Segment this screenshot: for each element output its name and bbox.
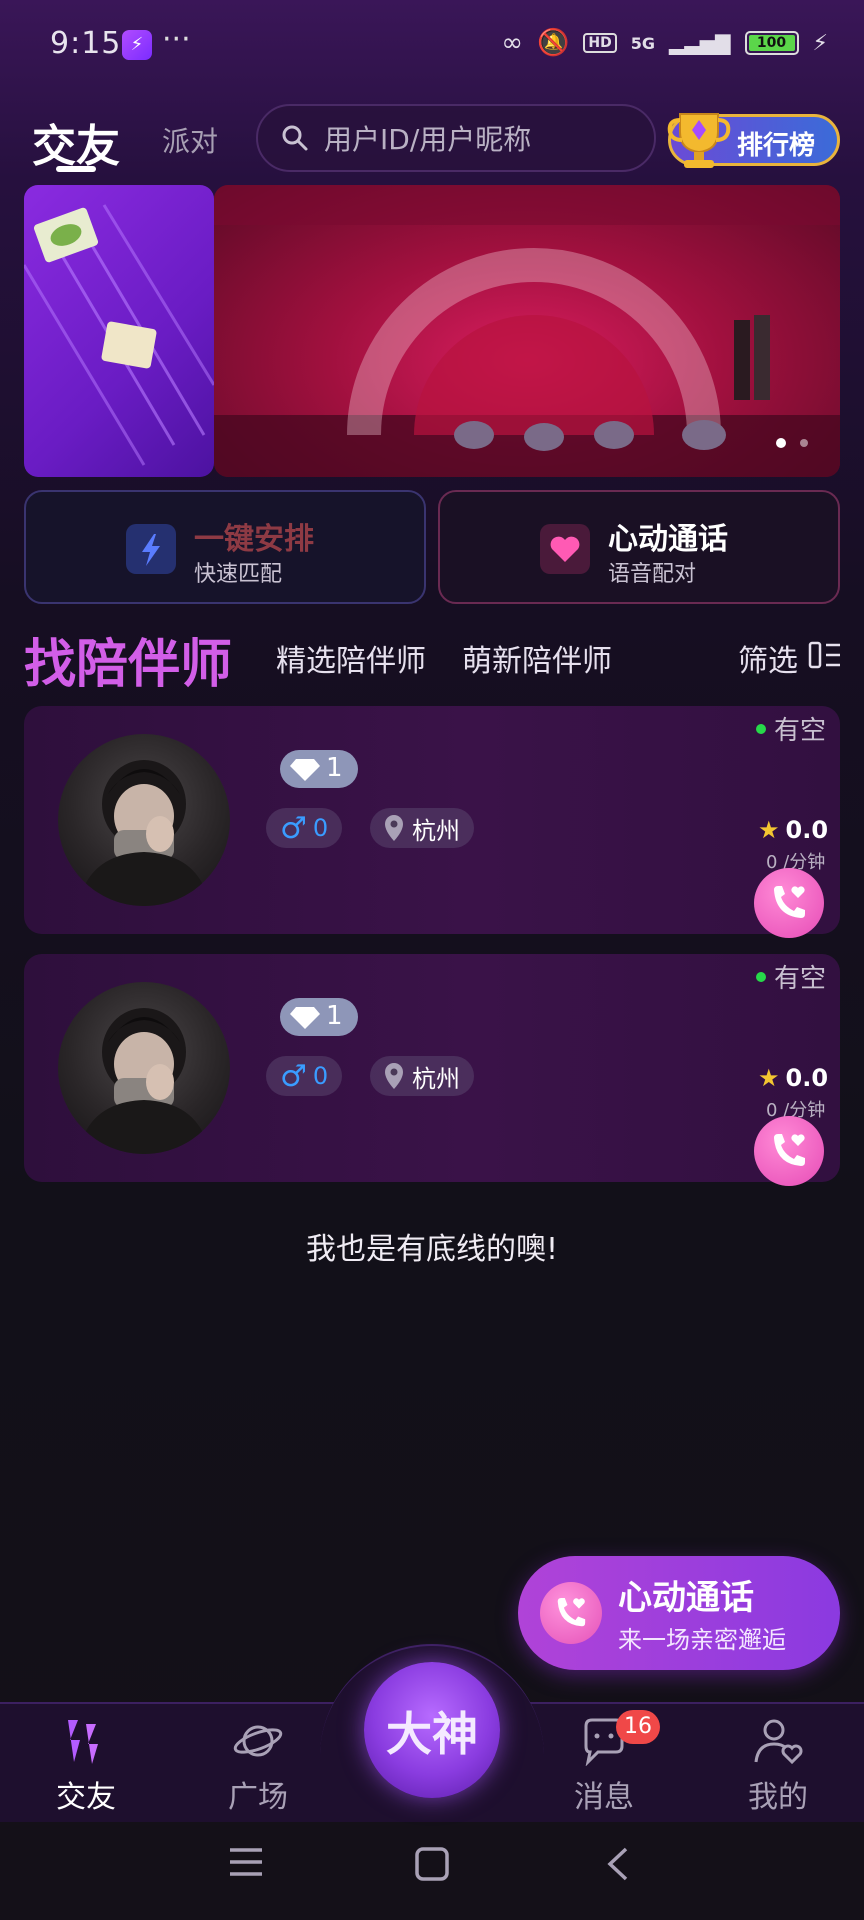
online-status-dot (756, 724, 766, 734)
rating-value: 0.0 (785, 816, 829, 844)
star-icon: ★ (758, 1064, 780, 1092)
phone-heart-icon (540, 1582, 602, 1644)
mute-icon: 🔕 (537, 28, 570, 58)
male-icon: ♂ (280, 810, 307, 846)
gender-chip: ♂ 0 (266, 808, 343, 848)
lightning-icon (126, 524, 176, 574)
message-count-badge: 16 (616, 1710, 660, 1744)
location-pin-icon (385, 815, 403, 841)
diamond-icon (290, 1007, 320, 1029)
status-time: 9:15 (50, 26, 122, 61)
gender-chip: ♂ 0 (266, 1056, 343, 1096)
online-status-dot (756, 972, 766, 982)
location-chip: 杭州 (370, 1056, 474, 1096)
trophy-icon (667, 113, 731, 168)
filter-button[interactable]: 筛选 (738, 636, 798, 680)
heart-icon (540, 524, 590, 574)
companion-card[interactable]: 1 ♂ 0 杭州 有空 ★ 0.0 0 /分钟 (24, 706, 840, 938)
call-button[interactable] (754, 868, 824, 938)
tab-active-indicator (56, 166, 96, 172)
avatar[interactable] (58, 734, 230, 906)
phone-heart-icon (774, 1134, 805, 1166)
location-city: 杭州 (412, 1064, 460, 1093)
end-of-list-text: 我也是有底线的噢! (305, 1232, 559, 1267)
hd-icon: HD (583, 33, 617, 53)
phone-heart-icon (774, 886, 805, 918)
quick-match-subtitle: 快速匹配 (194, 562, 283, 587)
app-notification-icon: ⚡ (122, 30, 152, 60)
search-input[interactable]: 用户ID/用户昵称 (256, 104, 656, 172)
companion-card[interactable]: 1 ♂ 0 杭州 有空 ★ 0.0 0 /分钟 (24, 954, 840, 1186)
profile-heart-icon (754, 1719, 803, 1765)
nav-square-label: 广场 (228, 1780, 288, 1815)
level-badge: 1 (280, 998, 358, 1036)
quick-match-card[interactable]: 一键安排 快速匹配 (24, 490, 426, 604)
voice-call-title: 心动通话 (608, 522, 728, 557)
rating: ★ 0.0 (758, 1064, 828, 1092)
availability-status: 有空 (774, 716, 827, 746)
link-icon: ∞ (501, 28, 524, 58)
nav-profile[interactable]: 我的 (718, 1716, 838, 1816)
voice-call-subtitle: 语音配对 (608, 562, 697, 587)
location-pin-icon (385, 1063, 403, 1089)
section-title: 找陪伴师 (24, 635, 233, 695)
avatar-photo (78, 1008, 210, 1154)
status-bar: 9:15 ⚡ ··· ∞ 🔕 HD 5G ▂▃▅▇ 100 ⚡ (0, 0, 864, 90)
search-icon (282, 125, 308, 151)
promo-title: 心动通话 (618, 1578, 754, 1618)
center-master-label: 大神 (386, 1707, 478, 1761)
home-icon[interactable] (414, 1846, 450, 1882)
ranking-label: 排行榜 (736, 131, 815, 161)
system-icons: ∞ 🔕 HD 5G ▂▃▅▇ 100 ⚡ (501, 28, 828, 58)
nav-friends[interactable]: 交友 (26, 1716, 146, 1816)
tab-new-companions[interactable]: 萌新陪伴师 (462, 636, 612, 680)
voice-call-promo-button[interactable]: 心动通话 来一场亲密邂逅 (518, 1556, 840, 1670)
filter-icon[interactable] (808, 640, 842, 670)
friends-logo-icon (68, 1720, 98, 1764)
location-chip: 杭州 (370, 808, 474, 848)
battery-level: 100 (748, 35, 795, 51)
center-master-button[interactable]: 大神 (364, 1662, 500, 1798)
call-button[interactable] (754, 1116, 824, 1186)
banner-slide-previous[interactable] (24, 185, 214, 477)
quick-match-title: 一键安排 (194, 522, 314, 557)
signal-icon: 5G (630, 33, 656, 53)
avatar[interactable] (58, 982, 230, 1154)
menu-icon[interactable] (228, 1846, 264, 1878)
diamond-icon (290, 759, 320, 781)
more-notifications-icon: ··· (162, 22, 191, 57)
promo-subtitle: 来一场亲密邂逅 (618, 1626, 786, 1654)
search-placeholder: 用户ID/用户昵称 (324, 123, 532, 156)
gender-count: 0 (312, 814, 329, 842)
rating-value: 0.0 (785, 1064, 829, 1092)
banner-artwork (214, 185, 840, 477)
level-badge: 1 (280, 750, 358, 788)
rating: ★ 0.0 (758, 816, 828, 844)
nav-friends-label: 交友 (56, 1780, 116, 1815)
location-city: 杭州 (412, 816, 460, 845)
tab-party[interactable]: 派对 (162, 120, 218, 160)
battery-icon: 100 (744, 31, 799, 55)
avatar-photo (78, 760, 210, 906)
level-value: 1 (326, 1001, 343, 1031)
star-icon: ★ (758, 816, 780, 844)
male-icon: ♂ (280, 1058, 307, 1094)
nav-messages-label: 消息 (574, 1780, 634, 1815)
tab-featured-companions[interactable]: 精选陪伴师 (276, 636, 426, 680)
back-icon[interactable] (604, 1846, 630, 1882)
promo-banner[interactable] (214, 185, 840, 477)
nav-square[interactable]: 广场 (198, 1716, 318, 1816)
charging-icon: ⚡ (812, 30, 828, 56)
planet-icon (233, 1725, 283, 1757)
level-value: 1 (326, 753, 343, 783)
voice-call-card[interactable]: 心动通话 语音配对 (438, 490, 840, 604)
gender-count: 0 (312, 1062, 329, 1090)
availability-status: 有空 (774, 964, 827, 994)
nav-profile-label: 我的 (748, 1780, 808, 1815)
banner-decoration (24, 204, 214, 466)
signal-bars-icon: ▂▃▅▇ (669, 31, 731, 55)
tab-friends[interactable]: 交友 (32, 110, 120, 174)
